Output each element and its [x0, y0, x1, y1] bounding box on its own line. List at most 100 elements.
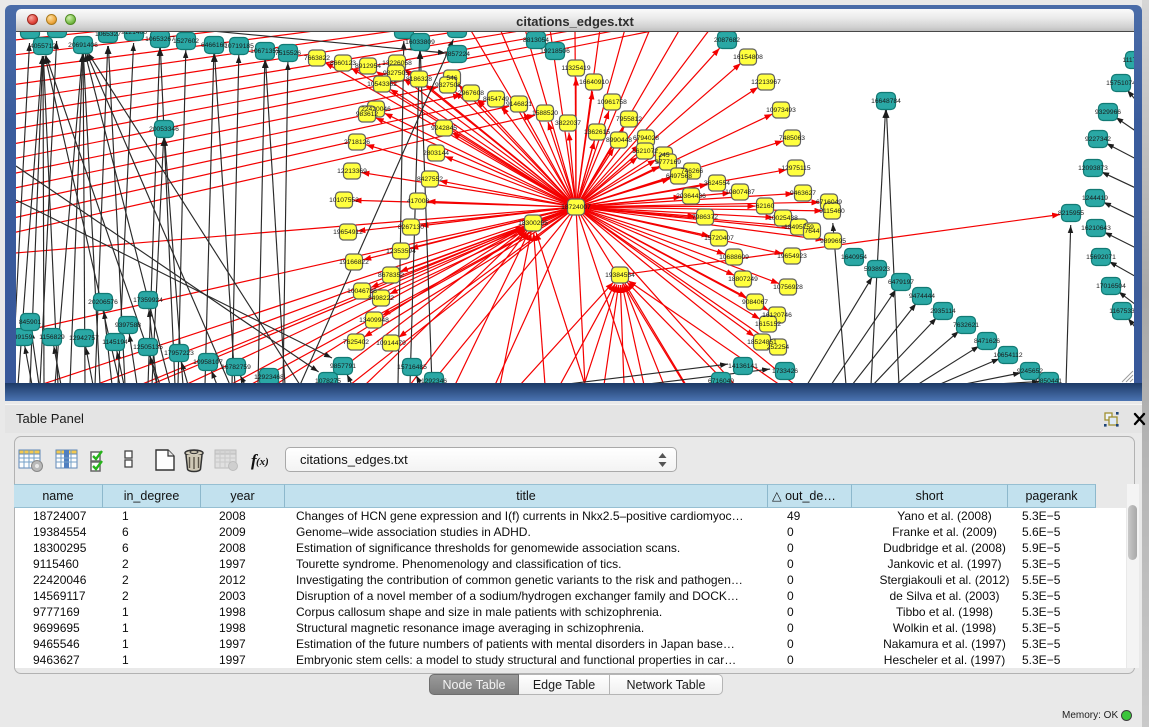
- svg-text:1615152: 1615152: [755, 321, 781, 328]
- svg-text:9857791: 9857791: [330, 363, 356, 370]
- svg-text:9397588: 9397588: [115, 322, 141, 329]
- svg-text:1603381: 1603381: [391, 32, 417, 34]
- svg-text:20691406: 20691406: [68, 42, 98, 49]
- svg-text:3624554: 3624554: [704, 180, 730, 187]
- svg-text:10756928: 10756928: [773, 284, 803, 291]
- svg-text:17016504: 17016504: [1096, 283, 1126, 290]
- svg-text:15716485: 15716485: [397, 364, 427, 371]
- svg-text:9777169: 9777169: [655, 159, 681, 166]
- svg-text:15692071: 15692071: [1086, 254, 1116, 261]
- svg-text:16033809: 16033809: [405, 39, 435, 46]
- svg-text:12975115: 12975115: [781, 165, 811, 172]
- svg-text:7485063: 7485063: [779, 135, 805, 142]
- svg-text:19654912: 19654912: [333, 229, 363, 236]
- svg-text:16210643: 16210643: [1081, 225, 1111, 232]
- svg-text:5938923: 5938923: [864, 266, 890, 273]
- svg-text:39159: 39159: [16, 334, 33, 341]
- svg-text:10543362: 10543362: [367, 81, 397, 88]
- svg-text:9121406: 9121406: [121, 32, 147, 36]
- svg-text:12353594: 12353594: [386, 248, 416, 255]
- svg-text:1527602: 1527602: [173, 38, 199, 45]
- svg-text:3822037: 3822037: [555, 120, 581, 127]
- svg-text:8912954: 8912954: [355, 63, 381, 70]
- svg-text:10914479: 10914479: [376, 340, 406, 347]
- svg-text:7986372: 7986372: [692, 214, 718, 221]
- svg-text:8471626: 8471626: [974, 338, 1000, 345]
- svg-text:19218506: 19218506: [540, 48, 570, 55]
- svg-text:2803144: 2803144: [423, 150, 449, 157]
- svg-text:10973493: 10973493: [766, 107, 796, 114]
- svg-text:2087682: 2087682: [714, 37, 740, 44]
- svg-text:1621072: 1621072: [632, 148, 658, 155]
- svg-text:1117205: 1117205: [1122, 57, 1134, 64]
- svg-text:8340557: 8340557: [17, 32, 43, 34]
- svg-text:9242845: 9242845: [431, 125, 457, 132]
- svg-text:10653267: 10653267: [145, 36, 175, 43]
- svg-text:6716049: 6716049: [816, 199, 842, 206]
- svg-text:19384554: 19384554: [605, 272, 635, 279]
- svg-text:20053346: 20053346: [149, 126, 179, 133]
- svg-text:10107552: 10107552: [329, 197, 359, 204]
- svg-text:9463627: 9463627: [790, 190, 816, 197]
- svg-text:16154808: 16154808: [733, 54, 763, 61]
- svg-text:10961758: 10961758: [597, 99, 627, 106]
- svg-text:8215955: 8215955: [1058, 210, 1084, 217]
- svg-text:10025438: 10025438: [768, 215, 798, 222]
- svg-text:2718126: 2718126: [344, 139, 370, 146]
- svg-text:7644: 7644: [805, 228, 820, 235]
- svg-text:9329966: 9329966: [1095, 109, 1121, 116]
- svg-text:7625402: 7625402: [343, 339, 369, 346]
- svg-text:9474444: 9474444: [909, 293, 935, 300]
- svg-text:13226058: 13226058: [382, 60, 412, 67]
- svg-text:10958107: 10958107: [193, 359, 223, 366]
- svg-text:252254: 252254: [767, 344, 790, 351]
- svg-text:9227342: 9227342: [1085, 136, 1111, 143]
- svg-text:6794028: 6794028: [633, 135, 659, 142]
- svg-text:19166822: 19166822: [339, 259, 369, 266]
- svg-text:8186328: 8186328: [406, 76, 432, 83]
- svg-text:12923468: 12923468: [254, 374, 284, 381]
- svg-text:2967608: 2967608: [458, 90, 484, 97]
- svg-text:10654112: 10654112: [993, 352, 1023, 359]
- svg-text:1167533: 1167533: [1109, 308, 1134, 315]
- svg-text:15720407: 15720407: [704, 235, 734, 242]
- svg-text:1065327: 1065327: [95, 32, 121, 38]
- svg-text:983612: 983612: [356, 111, 379, 118]
- svg-text:12093873: 12093873: [1078, 165, 1108, 172]
- svg-text:6479197: 6479197: [888, 279, 914, 286]
- svg-text:16782759: 16782759: [221, 364, 251, 371]
- svg-text:7515526: 7515526: [275, 50, 301, 57]
- svg-text:9084067: 9084067: [742, 299, 768, 306]
- svg-text:12213369: 12213369: [337, 168, 367, 175]
- svg-text:903214: 903214: [46, 32, 69, 33]
- svg-text:7632621: 7632621: [953, 322, 979, 329]
- svg-text:6497568: 6497568: [666, 173, 692, 180]
- svg-text:16120746: 16120746: [762, 312, 792, 319]
- svg-text:9115460: 9115460: [819, 208, 845, 215]
- svg-text:9899695: 9899695: [820, 238, 846, 245]
- svg-text:1733426: 1733426: [772, 368, 798, 375]
- svg-text:9327508: 9327508: [435, 82, 461, 89]
- svg-text:3498222: 3498222: [368, 295, 394, 302]
- svg-text:2087683: 2087683: [444, 32, 470, 33]
- svg-text:12505135: 12505135: [133, 344, 163, 351]
- svg-text:15751074: 15751074: [1106, 80, 1134, 87]
- svg-text:8427552: 8427552: [417, 176, 443, 183]
- svg-text:2935114: 2935114: [930, 308, 956, 315]
- svg-text:20206576: 20206576: [88, 299, 118, 306]
- svg-text:1156829: 1156829: [39, 334, 65, 341]
- svg-text:18724007: 18724007: [561, 204, 591, 211]
- svg-text:10046786: 10046786: [347, 288, 377, 295]
- svg-text:8267130: 8267130: [398, 224, 424, 231]
- svg-text:19654923: 19654923: [777, 253, 807, 260]
- svg-text:417008: 417008: [407, 198, 430, 205]
- svg-text:8660123: 8660123: [330, 60, 356, 67]
- svg-text:245: 245: [658, 152, 669, 159]
- svg-text:10807487: 10807487: [725, 189, 755, 196]
- svg-text:1588520: 1588520: [532, 110, 558, 117]
- svg-text:845901: 845901: [19, 319, 42, 326]
- svg-text:17957223: 17957223: [164, 350, 194, 357]
- svg-text:10688609: 10688609: [719, 254, 749, 261]
- svg-text:8990448: 8990448: [606, 137, 632, 144]
- svg-text:62160: 62160: [756, 203, 775, 210]
